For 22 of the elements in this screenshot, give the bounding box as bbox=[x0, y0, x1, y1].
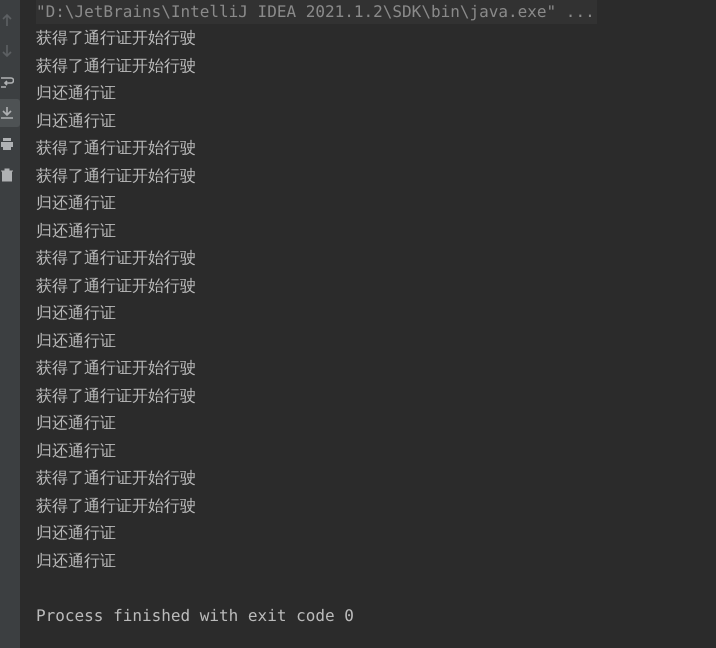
output-line: 获得了通行证开始行驶 bbox=[36, 274, 196, 296]
output-line: 归还通行证 bbox=[36, 110, 116, 132]
output-line: 归还通行证 bbox=[36, 82, 116, 104]
output-line: 归还通行证 bbox=[36, 440, 116, 462]
output-line: 获得了通行证开始行驶 bbox=[36, 164, 196, 186]
output-line: 获得了通行证开始行驶 bbox=[36, 467, 196, 489]
output-line: 归还通行证 bbox=[36, 192, 116, 214]
output-line: 获得了通行证开始行驶 bbox=[36, 27, 196, 49]
output-line: 归还通行证 bbox=[36, 412, 116, 434]
output-line: 获得了通行证开始行驶 bbox=[36, 384, 196, 406]
output-line: 归还通行证 bbox=[36, 522, 116, 544]
output-line: 获得了通行证开始行驶 bbox=[36, 137, 196, 159]
output-line: 归还通行证 bbox=[36, 550, 116, 572]
output-line: 归还通行证 bbox=[36, 330, 116, 352]
output-line: 获得了通行证开始行驶 bbox=[36, 494, 196, 516]
output-line: 归还通行证 bbox=[36, 302, 116, 324]
scroll-to-end-icon[interactable] bbox=[0, 99, 20, 127]
output-line: 获得了通行证开始行驶 bbox=[36, 357, 196, 379]
output-line: 归还通行证 bbox=[36, 220, 116, 242]
exit-message: Process finished with exit code 0 bbox=[36, 604, 354, 626]
output-line: 获得了通行证开始行驶 bbox=[36, 54, 196, 76]
output-line: 获得了通行证开始行驶 bbox=[36, 247, 196, 269]
